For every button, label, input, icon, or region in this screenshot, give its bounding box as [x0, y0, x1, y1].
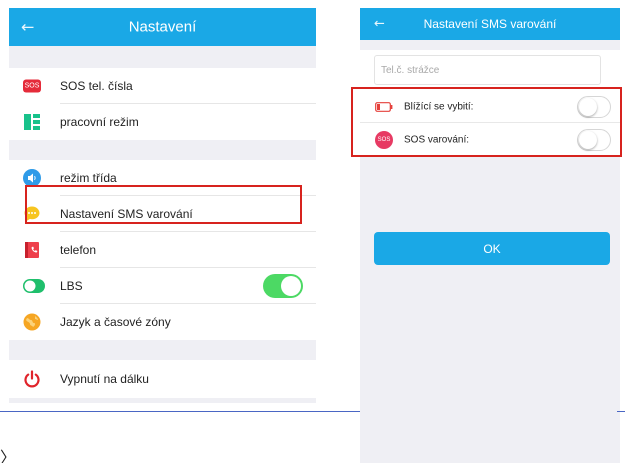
- settings-item-language-timezone[interactable]: Jazyk a časové zóny: [9, 304, 316, 340]
- section-gap: [9, 46, 316, 68]
- settings-item-label: pracovní režim: [60, 115, 139, 129]
- settings-item-lbs[interactable]: LBS: [9, 268, 316, 304]
- settings-item-phone[interactable]: telefon: [9, 232, 316, 268]
- chevron-right-icon: 〉: [0, 448, 17, 463]
- page-title: Nastavení SMS varování: [423, 17, 557, 31]
- section-gap: [9, 140, 316, 160]
- alert-item-low-battery: Blížící se vybití:: [360, 90, 620, 123]
- guardian-number-input[interactable]: [374, 55, 601, 85]
- settings-item-sos-numbers[interactable]: SOS SOS tel. čísla: [9, 68, 316, 104]
- sms-alert-settings-screen: ← Nastavení SMS varování Blížící se vybi…: [360, 8, 620, 463]
- speaker-icon: [23, 169, 41, 187]
- toggle-knob: [281, 276, 301, 296]
- lbs-toggle[interactable]: [263, 274, 303, 298]
- settings-item-label: Vypnutí na dálku: [60, 372, 149, 386]
- alert-item-sos: SOS SOS varování:: [360, 123, 620, 156]
- page-title: Nastavení: [128, 18, 197, 36]
- settings-item-label: Jazyk a časové zóny: [60, 315, 171, 329]
- settings-item-label: telefon: [60, 243, 97, 257]
- alert-item-label: SOS varování:: [404, 134, 470, 145]
- settings-item-label: režim třída: [60, 171, 117, 185]
- settings-item-remote-shutdown[interactable]: Vypnutí na dálku: [9, 360, 316, 398]
- settings-item-class-mode[interactable]: režim třída: [9, 160, 316, 196]
- low-battery-icon: [375, 101, 393, 112]
- globe-icon: [23, 313, 41, 331]
- sos-alert-toggle[interactable]: [577, 128, 611, 151]
- alert-item-label: Blížící se vybití:: [404, 101, 474, 112]
- divider-line: [617, 411, 625, 412]
- phone-book-icon: [23, 241, 41, 259]
- toggle-knob: [579, 130, 597, 149]
- power-icon: [23, 370, 41, 388]
- settings-item-label: LBS: [60, 279, 83, 293]
- divider-line: [0, 411, 360, 412]
- section-gap: [9, 398, 316, 403]
- sms-settings-header: ← Nastavení SMS varování: [360, 8, 620, 40]
- settings-header: ← Nastavení: [9, 8, 316, 46]
- message-icon: [23, 205, 41, 223]
- sos-icon: SOS: [375, 130, 393, 149]
- sos-icon: SOS: [23, 79, 41, 93]
- low-battery-toggle[interactable]: [577, 95, 611, 118]
- settings-item-label: SOS tel. čísla: [60, 79, 133, 93]
- settings-item-work-mode[interactable]: pracovní režim: [9, 104, 316, 140]
- section-gap: [9, 340, 316, 360]
- toggle-knob: [579, 97, 597, 116]
- ok-button[interactable]: OK: [374, 232, 610, 265]
- settings-screen: ← Nastavení SOS SOS tel. čísla pracovní …: [9, 8, 316, 403]
- lbs-icon: [23, 277, 45, 295]
- settings-item-label: Nastavení SMS varování: [60, 207, 193, 221]
- settings-item-sms-alerts[interactable]: Nastavení SMS varování: [9, 196, 316, 232]
- work-mode-icon: [23, 113, 41, 131]
